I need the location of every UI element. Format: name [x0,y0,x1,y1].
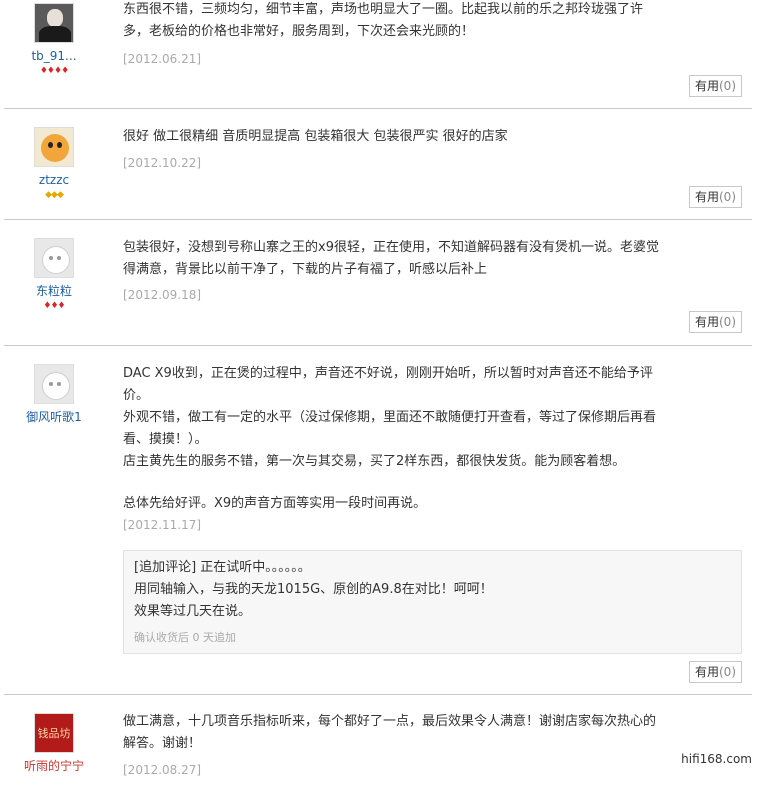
buyer-rank-icon: ♦♦♦ [43,301,65,311]
buyer-rank-icon: ◆◆◆ [45,190,64,200]
review-date: [2012.09.18] [123,288,202,302]
review-item: tb_91... ♦♦♦♦ 东西很不错，三频均匀，细节丰富，声场也明显大了一圈。… [4,0,752,109]
review-date: [2012.06.21] [123,52,202,66]
review-text: 很好 做工很精细 音质明显提高 包装箱很大 包装很严实 很好的店家 [123,129,508,144]
user-avatar[interactable]: 钱品坊 [34,713,74,753]
review-text: 做工满意，十几项音乐指标听来，每个都好了一点，最后效果令人满意！谢谢店家每次热心… [123,714,657,751]
review-date: [2012.11.17] [123,518,202,532]
review-item: ztzzc ◆◆◆ 很好 做工很精细 音质明显提高 包装箱很大 包装很严实 很好… [4,109,752,220]
review-item: 东粒粒 ♦♦♦ 包装很好，没想到号称山寨之王的x9很轻，正在使用，不知道解码器有… [4,220,752,346]
site-watermark: hifi168.com [678,751,755,767]
appended-review-meta: 确认收货后 0 天追加 [134,631,236,644]
username-link[interactable]: tb_91... [4,49,104,63]
user-avatar[interactable] [34,3,74,43]
review-text: 包装很好，没想到号称山寨之王的x9很轻，正在使用，不知道解码器有没有煲机一说。老… [123,240,659,277]
username-link[interactable]: ztzzc [4,173,104,187]
username-link[interactable]: 东粒粒 [4,284,104,298]
username-link[interactable]: 听雨的宁宁 [4,759,104,773]
user-avatar[interactable] [34,238,74,278]
review-date: [2012.08.27] [123,763,202,777]
username-link[interactable]: 御风听歌1 [4,410,104,424]
review-date: [2012.10.22] [123,156,202,170]
helpful-button[interactable]: 有用(0) [688,661,742,683]
helpful-button[interactable]: 有用(0) [688,311,742,333]
helpful-button[interactable]: 有用(0) [688,186,742,208]
review-text: 东西很不错，三频均匀，细节丰富，声场也明显大了一圈。比起我以前的乐之邦玲珑强了许… [123,2,644,39]
user-avatar[interactable] [34,364,74,404]
review-item: 钱品坊 听雨的宁宁 做工满意，十几项音乐指标听来，每个都好了一点，最后效果令人满… [4,695,752,785]
review-item: 御风听歌1 DAC X9收到，正在煲的过程中，声音还不好说，刚刚开始听，所以暂时… [4,346,752,695]
appended-review: [追加评论] 正在试听中。。。。。。 用同轴输入，与我的天龙1015G、原创的A… [123,550,742,654]
appended-review-text: [追加评论] 正在试听中。。。。。。 [134,560,311,575]
appended-review-text: 效果等过几天在说。 [134,604,252,619]
appended-review-text: 用同轴输入，与我的天龙1015G、原创的A9.8在对比！呵呵！ [134,582,493,597]
review-text: DAC X9收到，正在煲的过程中，声音还不好说，刚刚开始听，所以暂时对声音还不能… [123,366,657,511]
helpful-button[interactable]: 有用(0) [688,75,742,97]
buyer-rank-icon: ♦♦♦♦ [39,66,69,76]
user-avatar[interactable] [34,127,74,167]
